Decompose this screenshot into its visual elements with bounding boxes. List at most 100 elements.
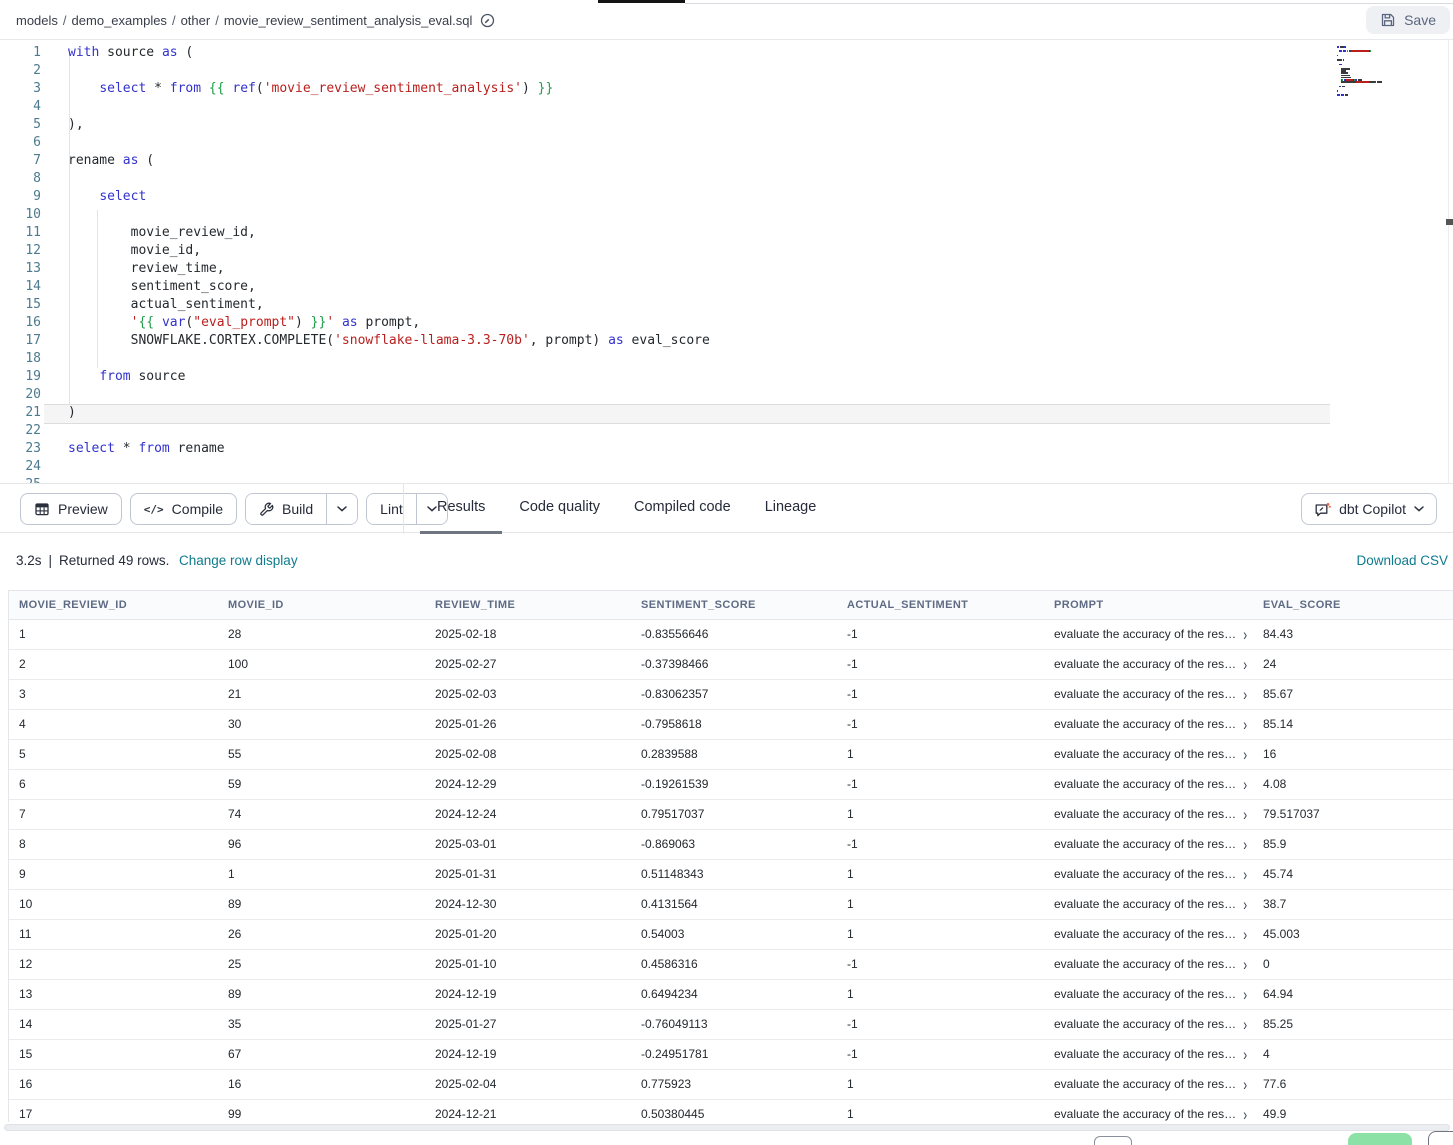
code-line-8[interactable]: 8 [0, 170, 1453, 188]
line-number: 24 [0, 458, 41, 476]
expand-cell-icon[interactable]: › [1243, 896, 1247, 912]
expand-cell-icon[interactable]: › [1243, 626, 1247, 642]
tab-compiled-code[interactable]: Compiled code [617, 484, 748, 534]
table-row-15: 15672024-12-19-0.24951781-1evaluate the … [9, 1040, 1453, 1070]
expand-cell-icon[interactable]: › [1243, 806, 1247, 822]
code-line-15[interactable]: 15 actual_sentiment, [0, 296, 1453, 314]
code-line-7[interactable]: 7rename as ( [0, 152, 1453, 170]
build-dropdown-chevron[interactable] [326, 494, 357, 524]
breadcrumb-item[interactable]: demo_examples [72, 13, 167, 28]
col-header-prompt[interactable]: PROMPT [1044, 591, 1253, 619]
col-header-actual-sentiment[interactable]: ACTUAL_SENTIMENT [837, 591, 1044, 619]
expand-cell-icon[interactable]: › [1243, 1046, 1247, 1062]
code-line-12[interactable]: 12 movie_id, [0, 242, 1453, 260]
expand-cell-icon[interactable]: › [1243, 926, 1247, 942]
save-button[interactable]: Save [1366, 6, 1450, 34]
compile-button[interactable]: </> Compile [130, 493, 237, 525]
horizontal-scrollbar[interactable] [4, 1124, 1450, 1131]
cell-prompt[interactable]: evaluate the accuracy of the res…› [1044, 980, 1253, 1009]
code-line-10[interactable]: 10 [0, 206, 1453, 224]
breadcrumb-item[interactable]: models [16, 13, 58, 28]
code-line-13[interactable]: 13 review_time, [0, 260, 1453, 278]
cell-prompt[interactable]: evaluate the accuracy of the res…› [1044, 650, 1253, 679]
code-line-19[interactable]: 19 from source [0, 368, 1453, 386]
file-state-icon[interactable] [480, 13, 495, 28]
col-header-eval-score[interactable]: EVAL_SCORE [1253, 591, 1453, 619]
col-header-movie-id[interactable]: MOVIE_ID [218, 591, 425, 619]
editor-scrollbar-thumb[interactable] [1446, 219, 1453, 225]
bottom-partial-button-right[interactable] [1428, 1131, 1453, 1145]
build-button[interactable]: Build [246, 494, 326, 524]
code-area[interactable]: 1with source as (23 select * from {{ ref… [0, 40, 1453, 483]
code-minimap[interactable] [1335, 44, 1447, 102]
code-line-24[interactable]: 24 [0, 458, 1453, 476]
tab-results[interactable]: Results [420, 484, 502, 534]
copilot-label: dbt Copilot [1339, 501, 1406, 517]
cell-movie-id: 28 [218, 620, 425, 649]
cell-prompt[interactable]: evaluate the accuracy of the res…› [1044, 1100, 1253, 1122]
code-line-4[interactable]: 4 [0, 98, 1453, 116]
code-line-17[interactable]: 17 SNOWFLAKE.CORTEX.COMPLETE('snowflake-… [0, 332, 1453, 350]
expand-cell-icon[interactable]: › [1243, 836, 1247, 852]
cell-prompt[interactable]: evaluate the accuracy of the res…› [1044, 770, 1253, 799]
cell-prompt[interactable]: evaluate the accuracy of the res…› [1044, 890, 1253, 919]
code-line-16[interactable]: 16 '{{ var("eval_prompt") }}' as prompt, [0, 314, 1453, 332]
tab-code-quality[interactable]: Code quality [502, 484, 617, 534]
expand-cell-icon[interactable]: › [1243, 956, 1247, 972]
code-line-14[interactable]: 14 sentiment_score, [0, 278, 1453, 296]
change-row-display-link[interactable]: Change row display [179, 553, 298, 568]
code-line-9[interactable]: 9 select [0, 188, 1453, 206]
code-line-3[interactable]: 3 select * from {{ ref('movie_review_sen… [0, 80, 1453, 98]
code-line-20[interactable]: 20 [0, 386, 1453, 404]
expand-cell-icon[interactable]: › [1243, 686, 1247, 702]
bottom-partial-pill-green[interactable] [1348, 1133, 1412, 1145]
table-row-7: 7742024-12-240.795170371evaluate the acc… [9, 800, 1453, 830]
expand-cell-icon[interactable]: › [1243, 776, 1247, 792]
breadcrumb-item[interactable]: movie_review_sentiment_analysis_eval.sql [224, 13, 473, 28]
breadcrumb-item[interactable]: other [181, 13, 211, 28]
code-line-22[interactable]: 22 [0, 422, 1453, 440]
cell-prompt[interactable]: evaluate the accuracy of the res…› [1044, 860, 1253, 889]
code-editor[interactable]: 1with source as (23 select * from {{ ref… [0, 40, 1453, 483]
tab-lineage[interactable]: Lineage [748, 484, 834, 534]
code-line-25[interactable]: 25 [0, 476, 1453, 483]
col-header-review-time[interactable]: REVIEW_TIME [425, 591, 631, 619]
cell-prompt[interactable]: evaluate the accuracy of the res…› [1044, 1040, 1253, 1069]
code-line-1[interactable]: 1with source as ( [0, 44, 1453, 62]
expand-cell-icon[interactable]: › [1243, 716, 1247, 732]
cell-prompt[interactable]: evaluate the accuracy of the res…› [1044, 830, 1253, 859]
cell-prompt[interactable]: evaluate the accuracy of the res…› [1044, 680, 1253, 709]
cell-prompt[interactable]: evaluate the accuracy of the res…› [1044, 620, 1253, 649]
download-csv-link[interactable]: Download CSV [1356, 553, 1448, 568]
cell-prompt[interactable]: evaluate the accuracy of the res…› [1044, 1070, 1253, 1099]
cell-prompt[interactable]: evaluate the accuracy of the res…› [1044, 740, 1253, 769]
cell-prompt[interactable]: evaluate the accuracy of the res…› [1044, 800, 1253, 829]
col-header-sentiment-score[interactable]: SENTIMENT_SCORE [631, 591, 837, 619]
cell-sentiment-score: -0.37398466 [631, 650, 837, 679]
bottom-partial-button-left[interactable] [1094, 1136, 1132, 1145]
col-header-movie-review-id[interactable]: MOVIE_REVIEW_ID [9, 591, 218, 619]
expand-cell-icon[interactable]: › [1243, 1106, 1247, 1122]
code-line-6[interactable]: 6 [0, 134, 1453, 152]
cell-prompt[interactable]: evaluate the accuracy of the res…› [1044, 950, 1253, 979]
code-line-2[interactable]: 2 [0, 62, 1453, 80]
expand-cell-icon[interactable]: › [1243, 656, 1247, 672]
cell-prompt[interactable]: evaluate the accuracy of the res…› [1044, 920, 1253, 949]
expand-cell-icon[interactable]: › [1243, 866, 1247, 882]
lint-button[interactable]: Lint [367, 494, 416, 524]
cell-prompt[interactable]: evaluate the accuracy of the res…› [1044, 710, 1253, 739]
code-line-21[interactable]: 21) [0, 404, 1453, 422]
code-line-18[interactable]: 18 [0, 350, 1453, 368]
expand-cell-icon[interactable]: › [1243, 1016, 1247, 1032]
expand-cell-icon[interactable]: › [1243, 986, 1247, 1002]
preview-button[interactable]: Preview [20, 493, 122, 525]
code-line-23[interactable]: 23select * from rename [0, 440, 1453, 458]
code-text: ) [41, 405, 76, 420]
code-line-11[interactable]: 11 movie_review_id, [0, 224, 1453, 242]
code-text: select * from rename [41, 441, 225, 456]
dbt-copilot-button[interactable]: dbt Copilot [1301, 493, 1437, 525]
expand-cell-icon[interactable]: › [1243, 746, 1247, 762]
cell-prompt[interactable]: evaluate the accuracy of the res…› [1044, 1010, 1253, 1039]
expand-cell-icon[interactable]: › [1243, 1076, 1247, 1092]
code-line-5[interactable]: 5), [0, 116, 1453, 134]
